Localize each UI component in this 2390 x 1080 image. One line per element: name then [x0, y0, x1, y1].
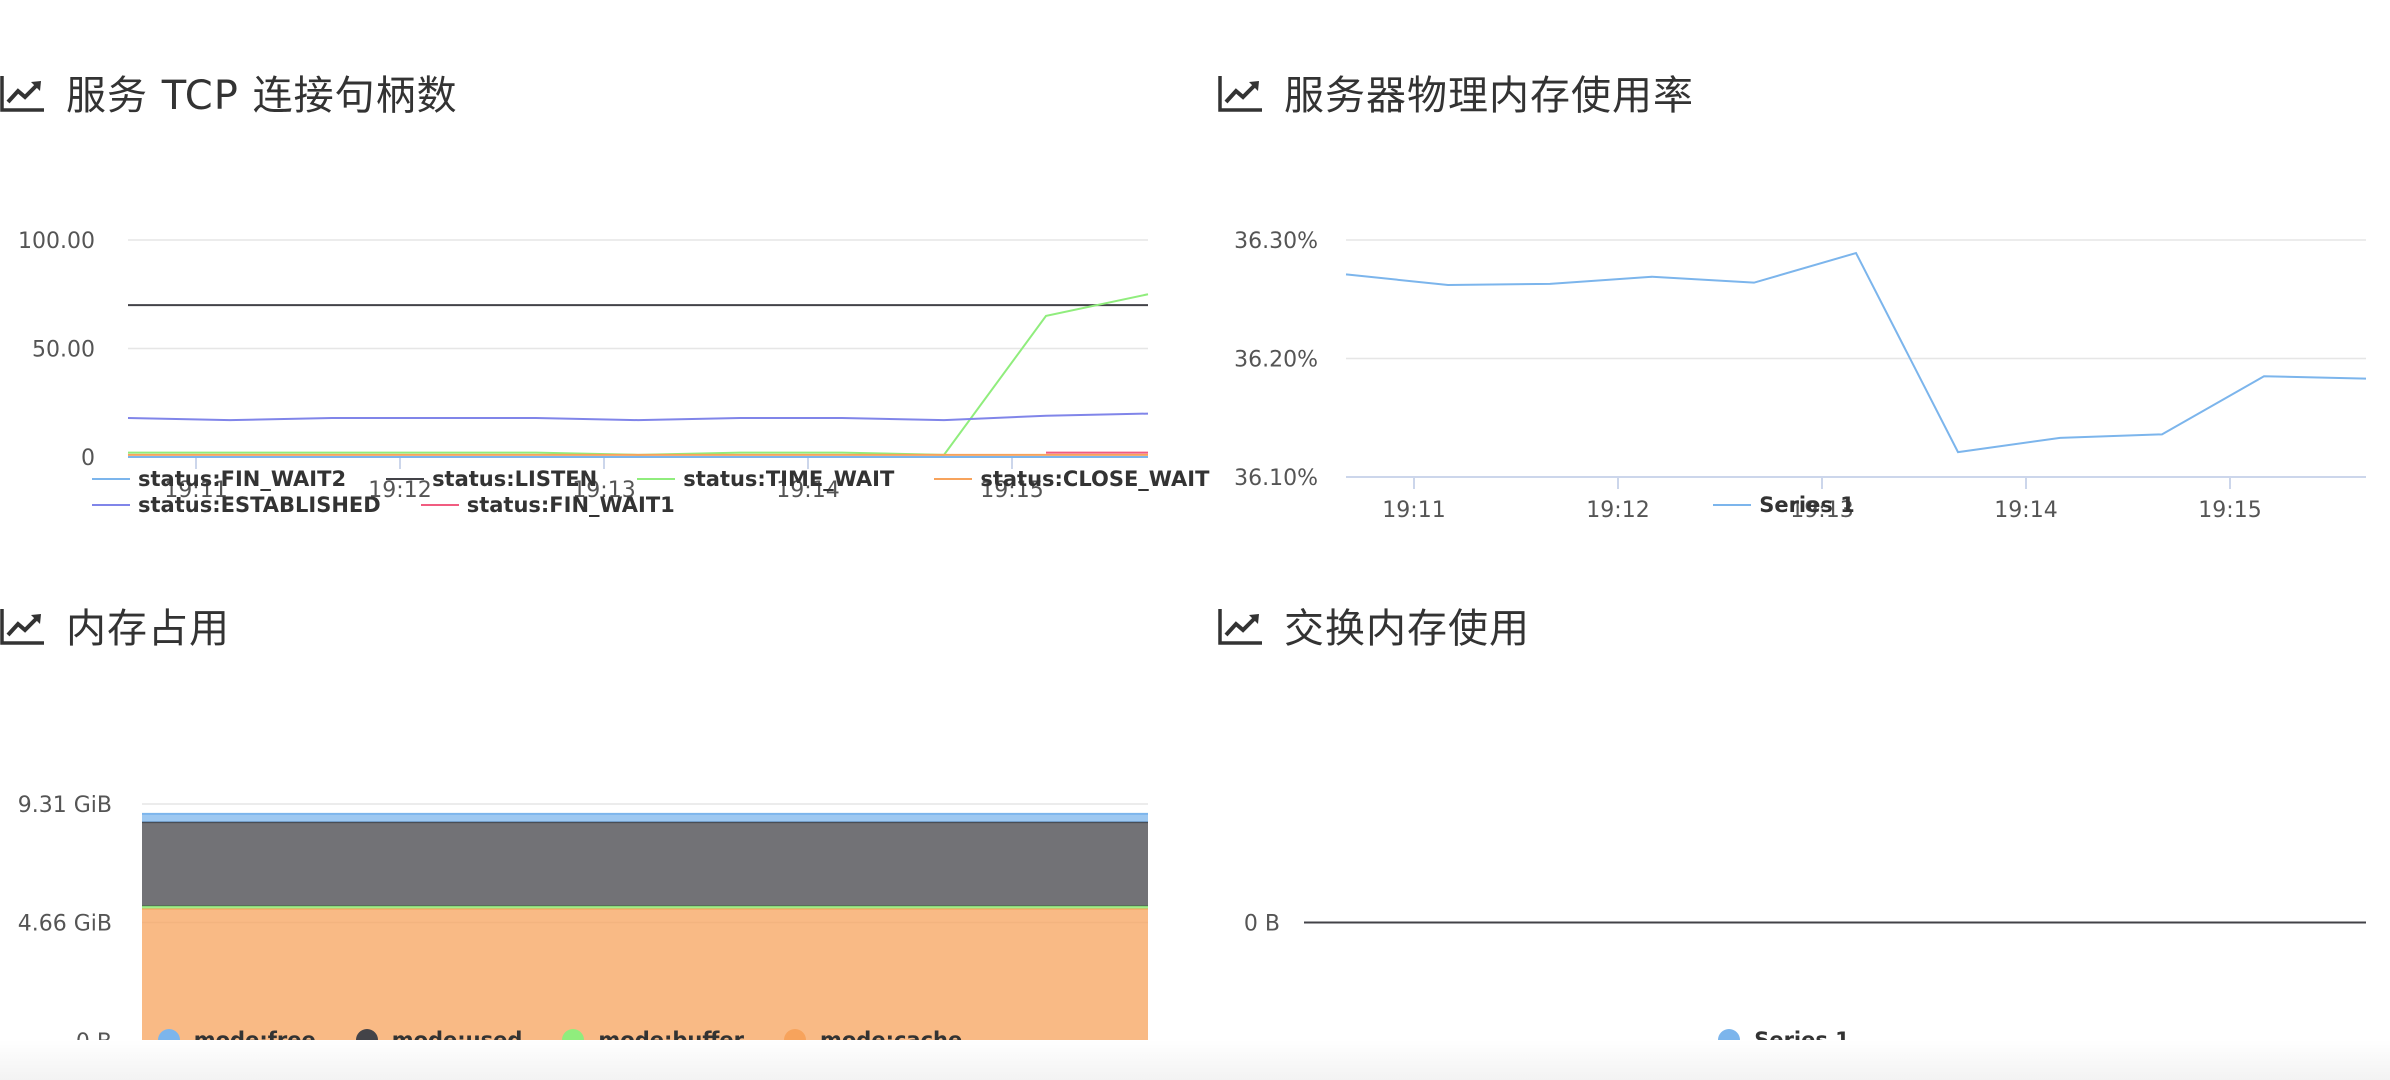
panel-header: 服务器物理内存使用率 — [1218, 62, 1694, 122]
panel-memory-usage-rate: 服务器物理内存使用率 36.10% 36.20% 36.30% 19:11 19:12 1… — [1218, 62, 2390, 532]
legend-row: status:ESTABLISHED status:FIN_WAIT1 — [92, 492, 1160, 518]
legend-row: status:FIN_WAIT2 status:LISTEN status:TIME… — [92, 466, 1209, 492]
legend-item[interactable]: status:FIN_WAIT2 — [92, 467, 346, 491]
y-tick-label: 9.31 GiB — [18, 793, 112, 818]
legend-item[interactable]: Series 1 — [1713, 493, 1855, 517]
panel-title: 内存占用 — [66, 606, 230, 652]
y-tick-label: 36.30% — [1234, 229, 1318, 254]
panel-title: 服务器物理内存使用率 — [1284, 73, 1694, 119]
legend-swatch — [1713, 504, 1752, 506]
legend-swatch — [420, 504, 459, 506]
legend-swatch — [92, 504, 130, 506]
bottom-fade — [0, 1040, 2390, 1080]
legend-label: status:ESTABLISHED — [138, 493, 381, 517]
line-chart-icon — [1218, 609, 1262, 645]
line-chart-icon — [1218, 76, 1262, 112]
panel-header: 内存占用 — [0, 595, 230, 655]
legend-label: status:CLOSE_WAIT — [980, 467, 1210, 491]
area-mode-free — [142, 813, 1148, 823]
line-chart-icon — [0, 76, 44, 112]
swap-chart: 0 B19:1119:1219:1319:1419:15 — [1244, 912, 2366, 1080]
legend-swatch — [637, 478, 676, 480]
y-tick-label: 4.66 GiB — [18, 912, 112, 937]
panel-tcp-connections: 服务 TCP 连接句柄数 0 50.00 100.00 19:11 19:12 19:13… — [0, 62, 1209, 532]
legend-label: status:FIN_WAIT1 — [466, 493, 675, 517]
legend-swatch — [386, 478, 425, 480]
legend-swatch — [934, 478, 973, 480]
line-chart-icon — [0, 609, 44, 645]
panel-header: 交换内存使用 — [1218, 595, 1530, 655]
legend-label: status:LISTEN — [432, 467, 598, 491]
memory-rate-chart: 36.10%36.20%36.30%19:11 19:12 19:13 19:14 19… — [1234, 229, 2367, 523]
panel-swap-usage: 交换内存使用 0 B19:1119:1219:1319:1419:15 Seri… — [1218, 595, 2390, 1080]
legend-label: Series 1 — [1759, 493, 1855, 517]
memory-rate-legend: Series 1 — [1218, 492, 2390, 518]
y-tick-label: 100.00 — [18, 229, 95, 254]
memory-usage-chart: 0 B4.66 GiB9.31 GiB19:1119:1219:1319:141… — [18, 793, 1148, 1080]
legend-item[interactable]: status:CLOSE_WAIT — [934, 467, 1209, 491]
legend-swatch — [92, 478, 130, 480]
legend-item[interactable]: status:TIME_WAIT — [637, 467, 894, 491]
y-tick-label: 36.10% — [1234, 466, 1318, 491]
area-mode-used — [142, 822, 1148, 907]
tcp-legend: status:FIN_WAIT2 status:LISTEN status:TIME… — [92, 466, 1209, 518]
panel-header: 服务 TCP 连接句柄数 — [0, 62, 458, 122]
legend-item[interactable]: status:LISTEN — [386, 467, 597, 491]
legend-item[interactable]: status:FIN_WAIT1 — [420, 493, 675, 517]
area-mode-cache — [142, 908, 1148, 1041]
legend-item[interactable]: status:ESTABLISHED — [92, 493, 381, 517]
y-tick-label: 0 B — [1244, 912, 1280, 937]
tcp-chart: 050.00100.0019:11 19:12 19:13 19:14 19:15 — [18, 229, 1149, 503]
panel-title: 服务 TCP 连接句柄数 — [66, 73, 458, 119]
series-line-series-1 — [1345, 251, 2367, 454]
panel-title: 交换内存使用 — [1284, 606, 1530, 652]
y-tick-label: 50.00 — [32, 338, 95, 363]
legend-label: status:FIN_WAIT2 — [138, 467, 347, 491]
legend-row: Series 1 — [1218, 492, 2390, 518]
y-tick-label: 36.20% — [1234, 348, 1318, 373]
panel-memory-usage: 内存占用 0 B4.66 GiB9.31 GiB19:1119:1219:131… — [0, 595, 1160, 1080]
legend-label: status:TIME_WAIT — [683, 467, 895, 491]
series-line-status-established — [127, 412, 1149, 422]
series-line-status-time-wait — [128, 293, 1149, 456]
